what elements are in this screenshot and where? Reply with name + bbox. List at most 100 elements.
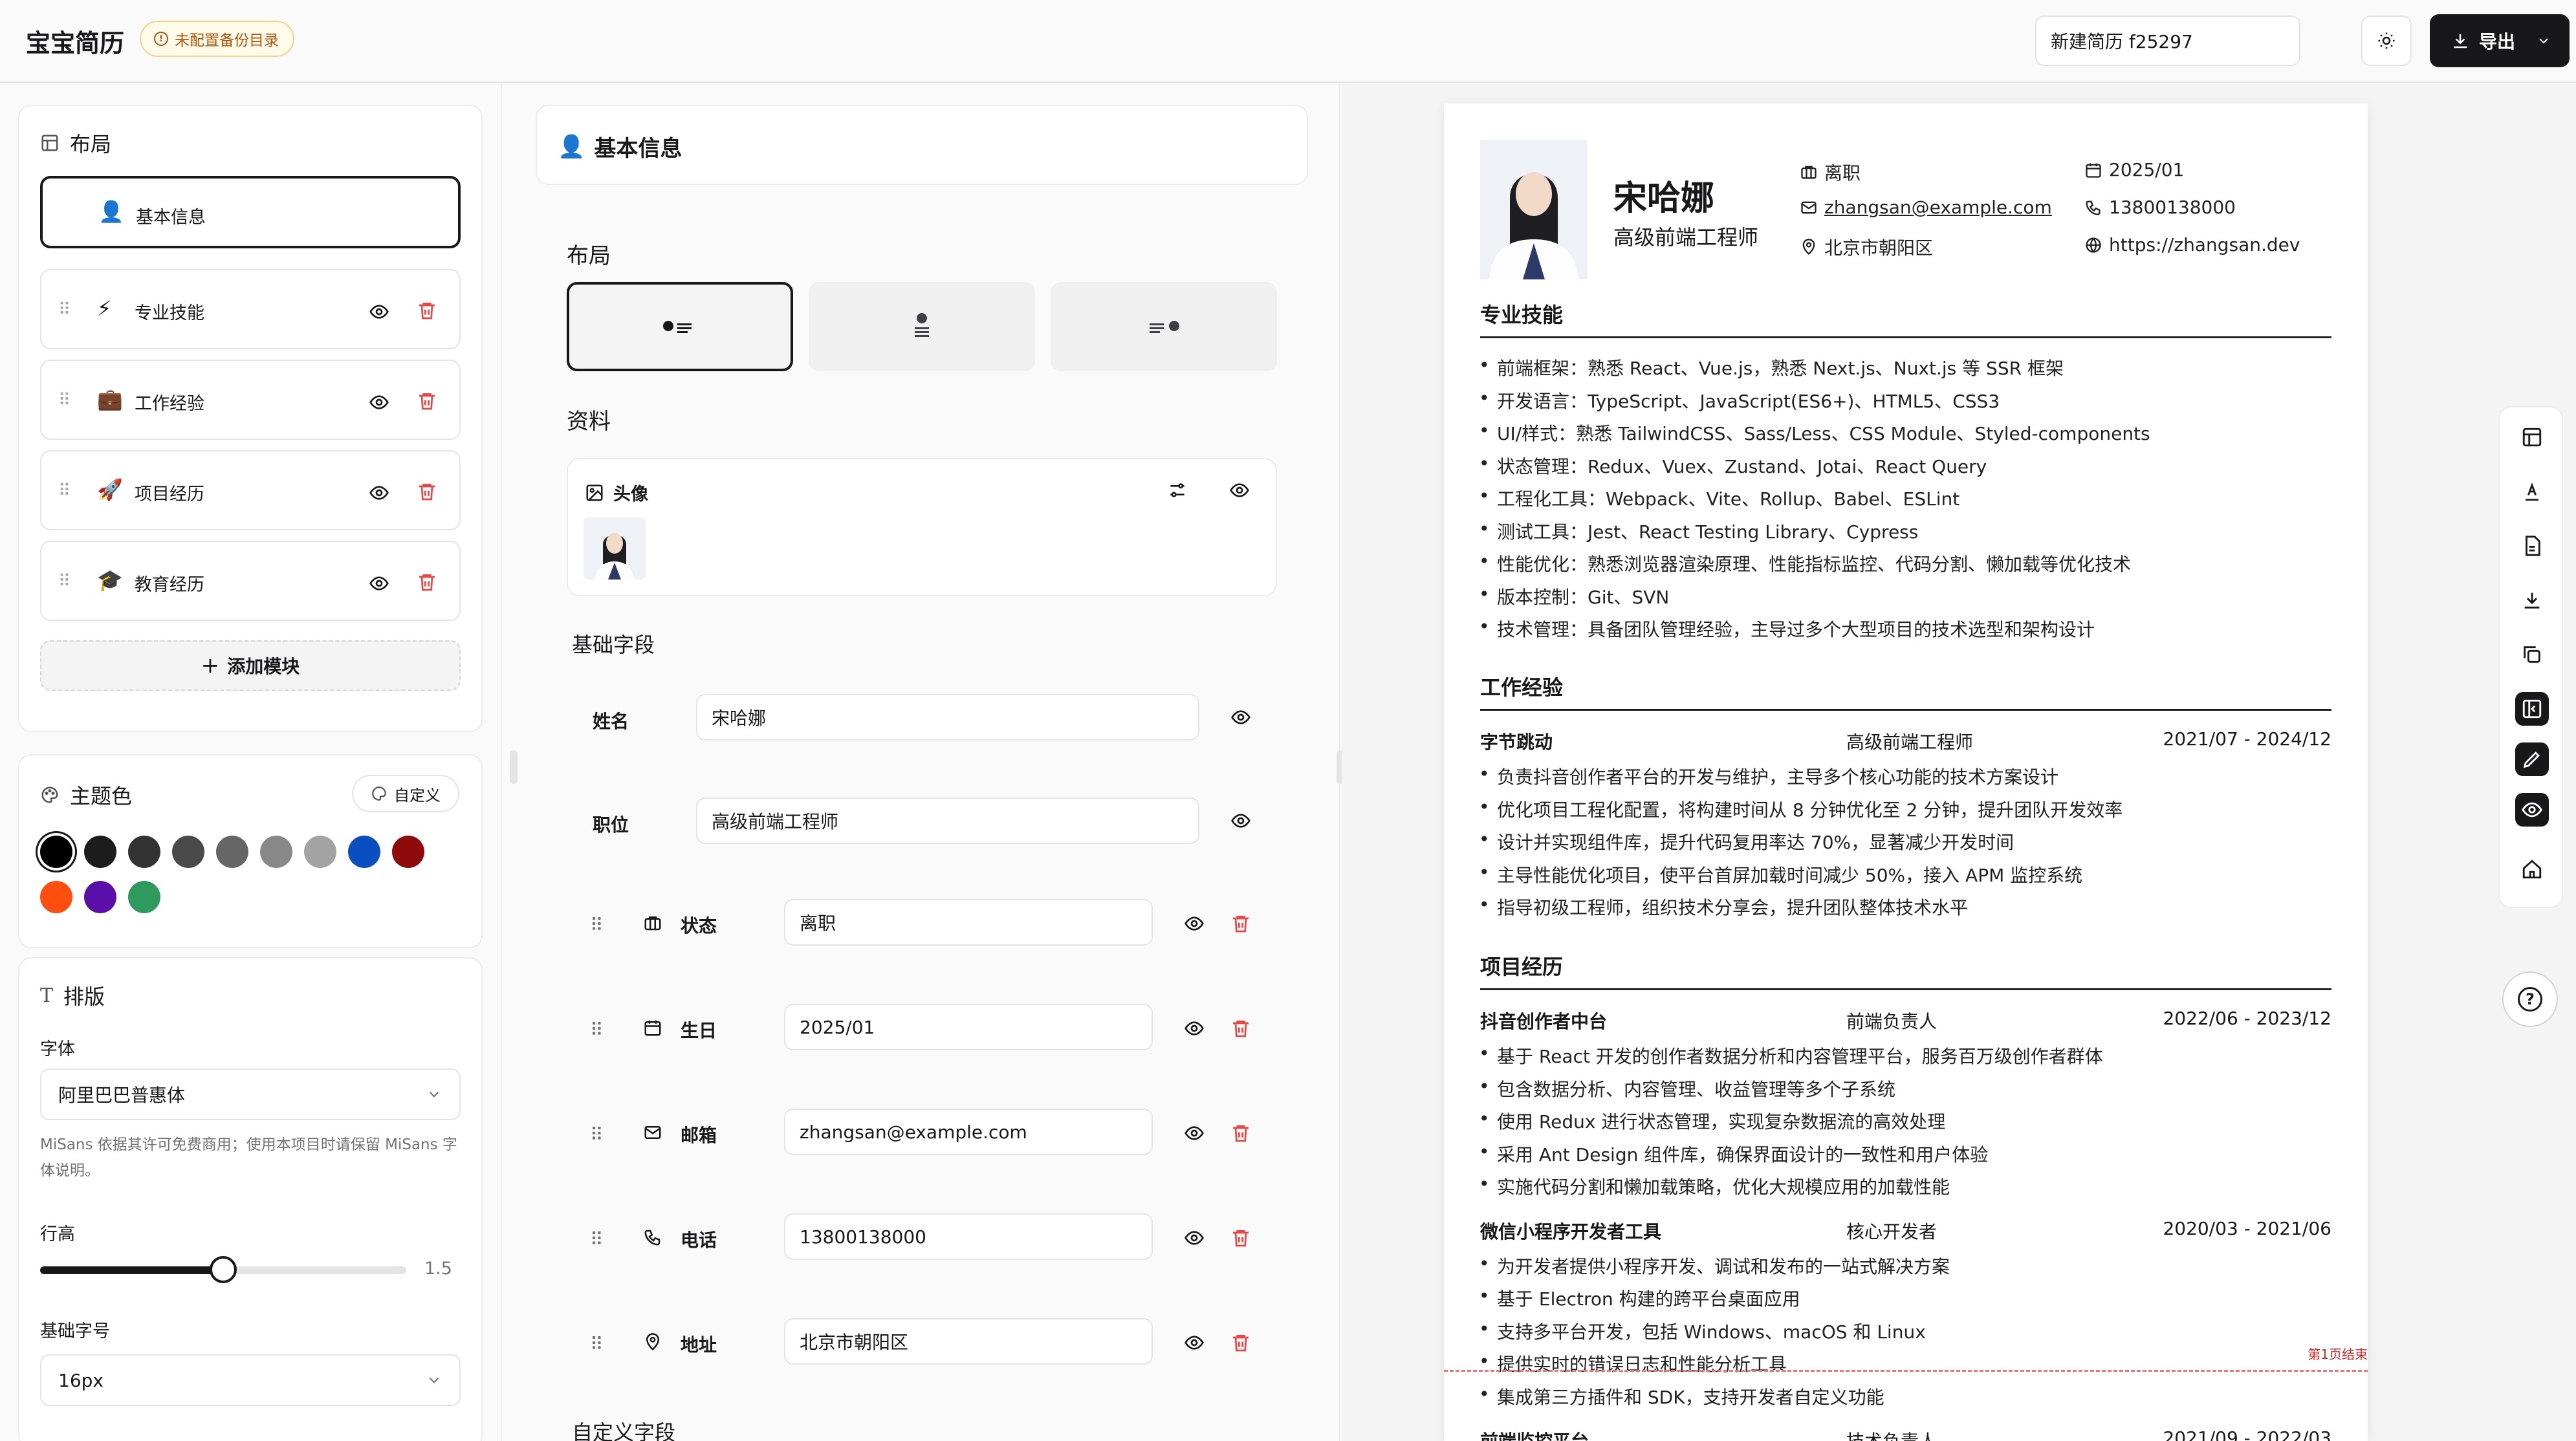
pencil-icon (2523, 752, 2540, 768)
resume-email[interactable]: zhangsan@example.com (1800, 197, 2052, 218)
trash-icon[interactable] (417, 391, 437, 411)
module-item-projects[interactable]: ⠿ 🚀 项目经历 (40, 450, 461, 530)
color-swatch[interactable] (128, 836, 160, 868)
layout-option-left[interactable] (567, 282, 793, 371)
drag-handle-icon[interactable]: ⠿ (58, 481, 71, 501)
module-item-education[interactable]: ⠿ 🎓 教育经历 (40, 541, 461, 621)
text-style-button[interactable] (2515, 475, 2549, 508)
color-swatch[interactable] (260, 836, 292, 868)
resume-website[interactable]: https://zhangsan.dev (2084, 234, 2300, 255)
eye-icon[interactable] (369, 482, 389, 503)
line-height-slider[interactable] (40, 1256, 406, 1283)
drag-handle-icon[interactable]: ⠿ (58, 300, 71, 320)
trash-icon[interactable] (417, 481, 437, 502)
color-swatch[interactable] (128, 881, 160, 913)
panel-resize-handle[interactable] (510, 750, 518, 784)
download-icon (2454, 34, 2467, 49)
bullet-item: 测试工具：Jest、React Testing Library、Cypress (1479, 518, 1918, 544)
home-button[interactable] (2515, 852, 2549, 886)
color-swatch[interactable] (84, 881, 116, 913)
drag-handle-icon[interactable]: ⠿ (590, 1334, 604, 1355)
eye-icon[interactable] (1230, 707, 1251, 728)
color-swatch[interactable] (40, 836, 72, 868)
help-button[interactable]: ? (2502, 971, 2558, 1027)
edit-button[interactable] (2515, 742, 2549, 776)
layout-option-center[interactable] (809, 282, 1035, 371)
color-swatch[interactable] (40, 881, 72, 913)
preview-button[interactable] (2515, 793, 2549, 827)
copy-button[interactable] (2515, 638, 2549, 671)
document-button[interactable] (2515, 529, 2549, 563)
base-size-select[interactable]: 16px (40, 1354, 461, 1406)
trash-icon[interactable] (417, 572, 437, 592)
drag-handle-icon[interactable]: ⠿ (590, 1229, 604, 1250)
color-swatch[interactable] (216, 836, 248, 868)
module-label: 专业技能 (135, 303, 204, 323)
layout-option-right[interactable] (1051, 282, 1277, 371)
drag-handle-icon[interactable]: ⠿ (58, 391, 71, 410)
eye-icon[interactable] (1230, 810, 1251, 831)
briefcase-icon (644, 916, 661, 931)
avatar-thumbnail[interactable] (584, 517, 646, 580)
resume-title-input[interactable]: 新建简历 f25297 (2035, 16, 2300, 66)
eye-icon[interactable] (369, 392, 389, 413)
bullet-item: 优化项目工程化配置，将构建时间从 8 分钟优化至 2 分钟，提升团队开发效率 (1479, 796, 2123, 822)
module-item-skills[interactable]: ⠿ ⚡ 专业技能 (40, 269, 461, 349)
eye-icon[interactable] (1184, 1018, 1205, 1041)
trash-icon[interactable] (417, 300, 437, 321)
base-fields-heading: 基础字段 (572, 633, 655, 657)
bullet-item: 负责抖音创作者平台的开发与维护，主导多个核心功能的技术方案设计 (1479, 763, 2058, 789)
field-input[interactable]: 北京市朝阳区 (784, 1318, 1153, 1365)
eye-icon[interactable] (1184, 1123, 1205, 1146)
eye-icon[interactable] (1229, 480, 1250, 501)
add-module-button[interactable]: + 添加模块 (40, 640, 461, 691)
bullet-item: 开发语言：TypeScript、JavaScript(ES6+)、HTML5、C… (1479, 387, 2000, 413)
layout-button[interactable] (2515, 420, 2549, 454)
drag-handle-icon[interactable]: ⠿ (590, 915, 604, 936)
color-swatch[interactable] (172, 836, 204, 868)
sliders-icon[interactable] (1167, 480, 1188, 501)
trash-icon[interactable] (1230, 1228, 1251, 1251)
theme-toggle-button[interactable] (2361, 16, 2412, 66)
resume-birth: 2025/01 (2084, 159, 2184, 180)
info-icon: ! (154, 32, 168, 46)
eye-icon[interactable] (1184, 1332, 1205, 1356)
bullet-item: 实施代码分割和懒加载策略，优化大规模应用的加载性能 (1479, 1173, 1950, 1199)
field-input[interactable]: 离职 (784, 899, 1153, 946)
custom-color-button[interactable]: 自定义 (352, 775, 459, 812)
module-item-work[interactable]: ⠿ 💼 工作经验 (40, 360, 461, 440)
bullet-item: 使用 Redux 进行状态管理，实现复杂数据流的高效处理 (1479, 1108, 1945, 1134)
font-select[interactable]: 阿里巴巴普惠体 (40, 1068, 461, 1120)
eye-icon[interactable] (369, 573, 389, 594)
trash-icon[interactable] (1230, 913, 1251, 937)
eye-icon[interactable] (1184, 913, 1205, 937)
slider-thumb[interactable] (210, 1256, 237, 1283)
bullet-item: 技术管理：具备团队管理经验，主导过多个大型项目的技术选型和架构设计 (1479, 616, 2095, 642)
work-role: 高级前端工程师 (1846, 731, 1974, 753)
backup-warning-badge[interactable]: ! 未配置备份目录 (140, 21, 294, 57)
drag-handle-icon[interactable]: ⠿ (590, 1124, 604, 1145)
color-swatch[interactable] (304, 836, 336, 868)
trash-icon[interactable] (1230, 1332, 1251, 1356)
field-input[interactable]: zhangsan@example.com (784, 1109, 1153, 1155)
section-divider (1480, 336, 2331, 338)
name-input[interactable]: 宋哈娜 (696, 694, 1199, 741)
resume-name: 宋哈娜 (1613, 179, 1715, 218)
drag-handle-icon[interactable]: ⠿ (590, 1019, 604, 1041)
sidebar-toggle-button[interactable] (2515, 692, 2549, 726)
field-input[interactable]: 13800138000 (784, 1213, 1153, 1260)
export-button[interactable]: 导出 (2430, 14, 2570, 67)
eye-icon[interactable] (1184, 1228, 1205, 1251)
title-input[interactable]: 高级前端工程师 (696, 797, 1199, 844)
color-swatch[interactable] (392, 836, 424, 868)
color-swatch[interactable] (84, 836, 116, 868)
field-input[interactable]: 2025/01 (784, 1004, 1153, 1050)
trash-icon[interactable] (1230, 1123, 1251, 1146)
download-button[interactable] (2515, 583, 2549, 617)
module-item-basic-info[interactable]: 👤 基本信息 (40, 176, 461, 248)
drag-handle-icon[interactable]: ⠿ (58, 572, 71, 591)
trash-icon[interactable] (1230, 1018, 1251, 1041)
color-swatch[interactable] (348, 836, 380, 868)
eye-icon[interactable] (369, 301, 389, 322)
palette-icon (41, 786, 58, 803)
